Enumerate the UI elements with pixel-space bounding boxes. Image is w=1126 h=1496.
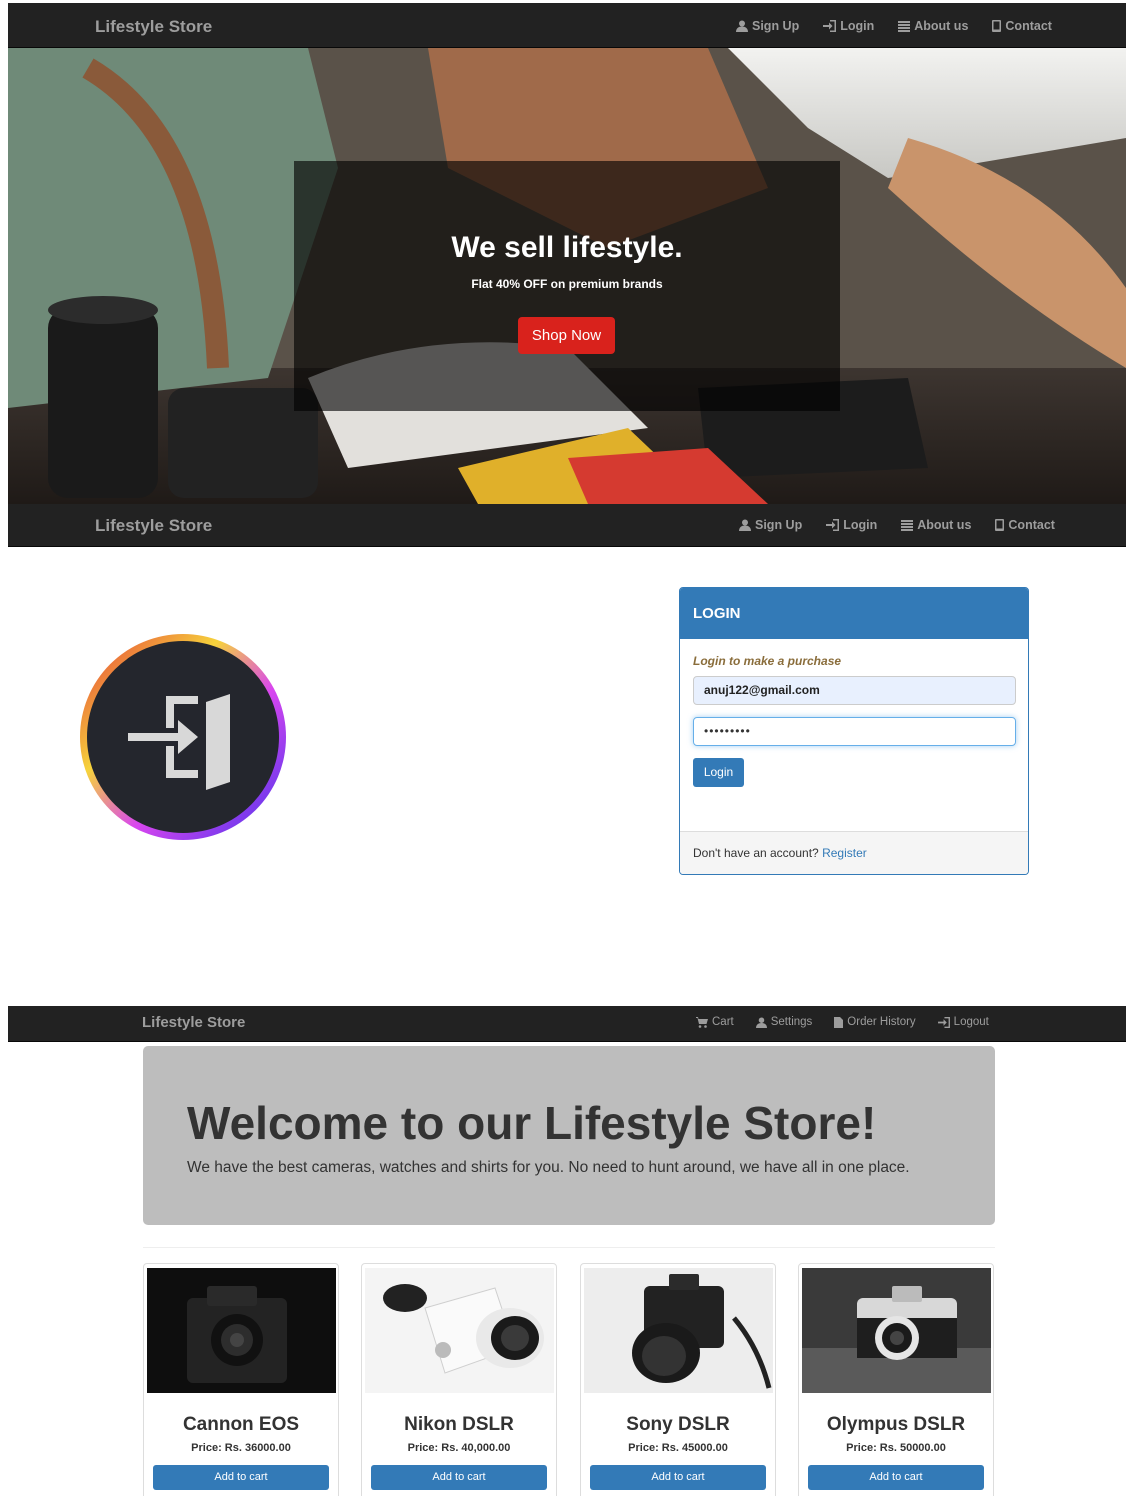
user-icon <box>755 1016 767 1028</box>
product-name: Nikon DSLR <box>404 1414 514 1435</box>
top-navbar: Lifestyle Store Sign Up Login About us C… <box>8 3 1126 48</box>
password-field[interactable]: ••••••••• <box>693 717 1016 746</box>
nav-login[interactable]: Login <box>826 518 877 532</box>
divider <box>143 1247 995 1248</box>
user-icon <box>736 20 748 32</box>
file-icon <box>834 1016 844 1028</box>
hero-subtitle: Flat 40% OFF on premium brands <box>471 277 663 291</box>
nav-contact-label: Contact <box>1005 19 1052 33</box>
hero-overlay-box: We sell lifestyle. Flat 40% OFF on premi… <box>294 161 840 411</box>
second-nav-links: Sign Up Login About us Contact <box>739 518 1055 532</box>
list-icon <box>901 519 914 531</box>
nav-signup-label: Sign Up <box>755 518 803 532</box>
login-panel-heading: LOGIN <box>680 588 1028 639</box>
login-icon <box>826 519 840 531</box>
register-prompt: Don't have an account? <box>693 846 819 860</box>
product-name: Cannon EOS <box>182 1414 300 1435</box>
nav-signup[interactable]: Sign Up <box>739 518 802 532</box>
nav-login-label: Login <box>843 518 878 532</box>
nav-signup[interactable]: Sign Up <box>736 19 799 33</box>
nav-about[interactable]: About us <box>898 19 968 33</box>
nav-order-history[interactable]: Order History <box>834 1016 916 1028</box>
product-price: Price: Rs. 40,000.00 <box>407 1442 511 1454</box>
nav-login[interactable]: Login <box>823 19 874 33</box>
product-price: Price: Rs. 50000.00 <box>846 1442 946 1454</box>
product-image <box>584 1268 773 1393</box>
register-link[interactable]: Register <box>822 846 867 860</box>
hero-banner: We sell lifestyle. Flat 40% OFF on premi… <box>8 48 1126 504</box>
camera-image-icon <box>584 1268 773 1393</box>
top-nav-links: Sign Up Login About us Contact <box>736 19 1052 33</box>
nav-about-label: About us <box>917 518 972 532</box>
nav-settings[interactable]: Settings <box>755 1016 813 1028</box>
hero-title: We sell lifestyle. <box>451 231 683 264</box>
add-to-cart-button[interactable]: Add to cart <box>808 1465 984 1490</box>
user-icon <box>739 519 751 531</box>
nav-cart-label: Cart <box>712 1016 734 1028</box>
nav-login-label: Login <box>840 19 875 33</box>
product-price: Price: Rs. 45000.00 <box>628 1442 728 1454</box>
second-navbar: Lifestyle Store Sign Up Login About us C… <box>8 504 1126 547</box>
store-nav-links: Cart Settings Order History Logout <box>696 1016 989 1028</box>
nav-about[interactable]: About us <box>901 518 971 532</box>
product-card: Nikon DSLR Price: Rs. 40,000.00 Add to c… <box>361 1263 557 1496</box>
product-card: Sony DSLR Price: Rs. 45000.00 Add to car… <box>580 1263 776 1496</box>
welcome-title: Welcome to our Lifestyle Store! <box>187 1097 877 1149</box>
nav-logout-label: Logout <box>953 1016 989 1028</box>
nav-contact-label: Contact <box>1008 518 1055 532</box>
add-to-cart-button[interactable]: Add to cart <box>153 1465 329 1490</box>
login-panel: LOGIN Login to make a purchase anuj122@g… <box>679 587 1029 875</box>
logout-icon <box>937 1016 950 1028</box>
login-panel-footer: Don't have an account? Register <box>680 831 1028 874</box>
nav-order-history-label: Order History <box>847 1016 916 1028</box>
product-card: Cannon EOS Price: Rs. 36000.00 Add to ca… <box>143 1263 339 1496</box>
phone-icon <box>992 20 1002 32</box>
cart-icon <box>696 1016 708 1028</box>
camera-image-icon <box>365 1268 554 1393</box>
login-submit-button[interactable]: Login <box>693 758 744 787</box>
product-price: Price: Rs. 36000.00 <box>191 1442 291 1454</box>
product-name: Sony DSLR <box>626 1414 730 1435</box>
store-navbar: Lifestyle Store Cart Settings Order Hist… <box>8 1006 1126 1042</box>
camera-image-icon <box>147 1268 336 1393</box>
shop-now-button[interactable]: Shop Now <box>518 317 615 354</box>
phone-icon <box>995 519 1005 531</box>
add-to-cart-button[interactable]: Add to cart <box>371 1465 547 1490</box>
nav-cart[interactable]: Cart <box>696 1016 734 1028</box>
welcome-jumbotron: Welcome to our Lifestyle Store! We have … <box>143 1046 995 1225</box>
nav-contact[interactable]: Contact <box>995 518 1055 532</box>
product-image <box>365 1268 554 1393</box>
nav-settings-label: Settings <box>770 1016 813 1028</box>
email-field[interactable]: anuj122@gmail.com <box>693 676 1016 705</box>
list-icon <box>898 20 911 32</box>
brand-link[interactable]: Lifestyle Store <box>95 17 212 37</box>
nav-contact[interactable]: Contact <box>992 19 1052 33</box>
product-image <box>147 1268 336 1393</box>
product-name: Olympus DSLR <box>826 1414 966 1435</box>
nav-logout[interactable]: Logout <box>937 1016 989 1028</box>
brand-link-second[interactable]: Lifestyle Store <box>95 516 212 536</box>
login-icon <box>823 20 837 32</box>
brand-link-store[interactable]: Lifestyle Store <box>142 1014 245 1031</box>
product-card: Olympus DSLR Price: Rs. 50000.00 Add to … <box>798 1263 994 1496</box>
login-door-logo-icon <box>80 634 286 840</box>
product-image <box>802 1268 991 1393</box>
nav-about-label: About us <box>914 19 969 33</box>
nav-signup-label: Sign Up <box>752 19 800 33</box>
camera-image-icon <box>802 1268 991 1393</box>
login-note: Login to make a purchase <box>693 654 842 668</box>
add-to-cart-button[interactable]: Add to cart <box>590 1465 766 1490</box>
page: Lifestyle Store Sign Up Login About us C… <box>0 0 1126 1496</box>
welcome-text: We have the best cameras, watches and sh… <box>187 1159 910 1176</box>
